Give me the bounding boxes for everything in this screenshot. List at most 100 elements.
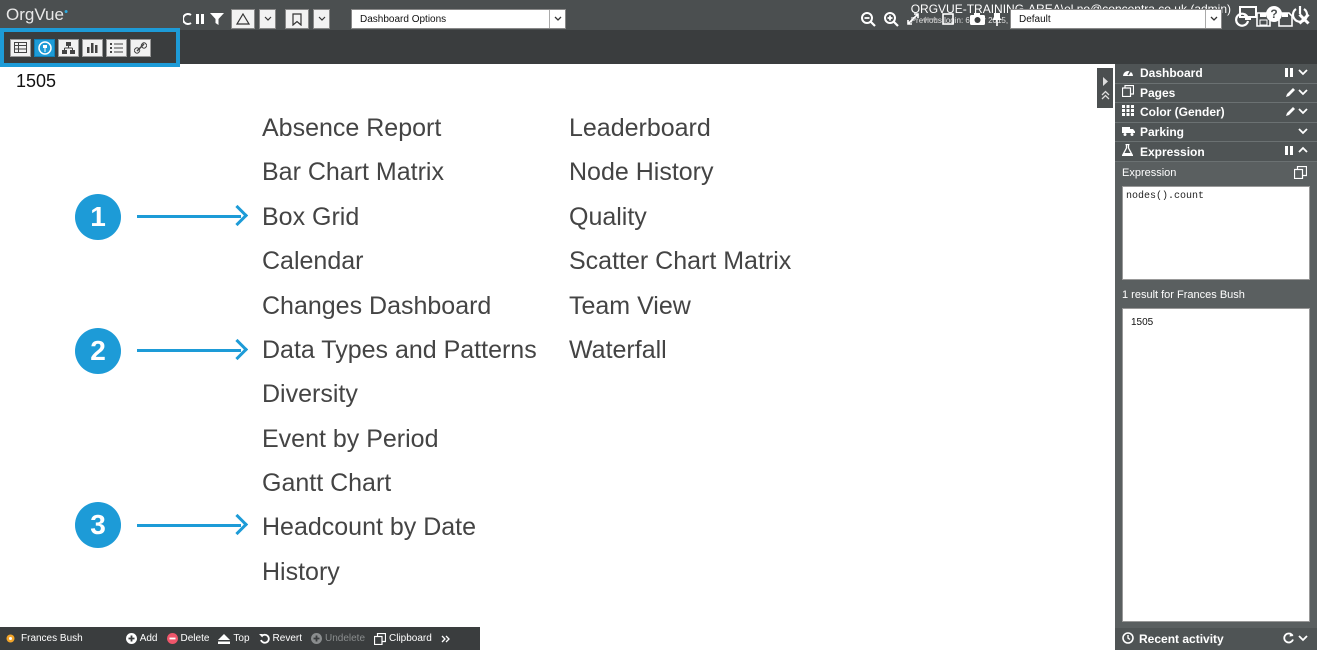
bar-chart-view-icon[interactable] — [82, 38, 103, 57]
delta-dropdown[interactable] — [259, 9, 276, 29]
dashboard-item[interactable]: Team View — [569, 292, 691, 321]
expression-label: Expression — [1115, 162, 1317, 184]
list-view-icon[interactable] — [106, 38, 127, 57]
dashboard-item[interactable]: Diversity — [262, 380, 358, 409]
filter-icon[interactable] — [209, 9, 225, 29]
callout-arrow — [137, 524, 241, 527]
recent-activity-bar[interactable]: Recent activity — [1115, 628, 1317, 650]
dashboard-item[interactable]: Quality — [569, 203, 647, 232]
fit-width-icon[interactable] — [922, 9, 938, 29]
undo-icon — [258, 633, 270, 644]
default-select-label: Default — [1019, 13, 1051, 25]
callout-arrow — [137, 215, 241, 218]
close-icon[interactable] — [1296, 9, 1312, 29]
pages-icon — [1121, 85, 1136, 100]
default-select[interactable]: Default — [1010, 9, 1222, 29]
clipboard-button[interactable]: Clipboard — [374, 632, 432, 645]
result-output: 1505 — [1122, 307, 1310, 622]
delta-button[interactable] — [231, 9, 255, 29]
clipboard-icon — [374, 632, 387, 645]
section-label: Dashboard — [1140, 66, 1203, 81]
dashboard-item[interactable]: Headcount by Date — [262, 513, 476, 542]
dashboard-options-select[interactable]: Dashboard Options — [351, 9, 566, 29]
section-label: Parking — [1140, 125, 1185, 140]
truck-icon — [1122, 126, 1136, 139]
node-count: 1505 — [16, 71, 57, 91]
dashboard-item[interactable]: Data Types and Patterns — [262, 336, 537, 365]
eject-icon — [218, 633, 231, 644]
more-icon[interactable] — [441, 635, 450, 643]
refresh-icon[interactable] — [182, 9, 194, 29]
dashboard-item[interactable]: Box Grid — [262, 203, 359, 232]
save-as-icon[interactable] — [1254, 9, 1272, 29]
undelete-button[interactable]: Undelete — [310, 633, 365, 644]
dashboard-item[interactable]: Waterfall — [569, 336, 667, 365]
tree-view-icon[interactable] — [34, 38, 55, 57]
recent-activity-label: Recent activity — [1139, 632, 1224, 646]
grid-icon — [1122, 105, 1136, 119]
dashboard-item[interactable]: Bar Chart Matrix — [262, 158, 444, 187]
expand-icon[interactable] — [905, 9, 921, 29]
camera-icon[interactable] — [967, 9, 987, 29]
expression-input[interactable]: nodes().count — [1122, 185, 1310, 280]
reload-icon[interactable] — [1233, 9, 1251, 29]
link-view-icon[interactable] — [130, 38, 151, 57]
zoom-in-icon[interactable] — [882, 9, 900, 29]
panel-section-pages[interactable]: Pages — [1115, 83, 1317, 104]
chevron-down-icon — [549, 10, 565, 28]
refresh-chevron-icon[interactable] — [1283, 632, 1309, 647]
chevron-down-icon — [1205, 10, 1221, 28]
edit-chevron-icon[interactable] — [1285, 106, 1309, 120]
dashboard-item[interactable]: Gantt Chart — [262, 469, 391, 498]
table-view-icon[interactable] — [10, 38, 31, 57]
double-chevron-up-icon — [1101, 90, 1109, 99]
dashboard-item[interactable]: Scatter Chart Matrix — [569, 247, 791, 276]
pause-chevron-icon[interactable] — [1285, 67, 1309, 81]
current-node-label: Frances Bush — [21, 633, 83, 644]
pause-chevron-up-icon[interactable] — [1285, 145, 1309, 159]
panel-section-parking[interactable]: Parking — [1115, 122, 1317, 143]
org-chart-view-icon[interactable] — [58, 38, 79, 57]
dashboard-icon — [1122, 66, 1136, 80]
node-action-bar: Frances Bush Add Delete Top Revert Undel… — [0, 627, 480, 650]
panel-section-expression[interactable]: Expression — [1115, 142, 1317, 162]
save-icon[interactable] — [1276, 9, 1294, 29]
edit-chevron-icon[interactable] — [1285, 87, 1309, 101]
panel-section-color[interactable]: Color (Gender) — [1115, 103, 1317, 123]
dashboard-item[interactable]: Changes Dashboard — [262, 292, 491, 321]
add-button[interactable]: Add — [125, 633, 158, 644]
panel-section-dashboard[interactable]: Dashboard — [1115, 64, 1317, 84]
dashboard-item[interactable]: Leaderboard — [569, 114, 711, 143]
result-label: 1 result for Frances Bush — [1122, 288, 1245, 301]
delete-button[interactable]: Delete — [166, 633, 209, 644]
dashboard-item[interactable]: Node History — [569, 158, 714, 187]
chevron-down-icon[interactable] — [1285, 126, 1309, 140]
add-icon — [125, 633, 137, 644]
top-button[interactable]: Top — [218, 633, 250, 644]
zoom-out-icon[interactable] — [859, 9, 877, 29]
callout-arrow — [137, 349, 241, 352]
pin-icon[interactable] — [989, 9, 1005, 29]
dashboard-item[interactable]: Absence Report — [262, 114, 441, 143]
pause-icon[interactable] — [194, 9, 206, 29]
section-label: Color (Gender) — [1140, 105, 1225, 120]
section-label: Expression — [1140, 144, 1205, 159]
copy-icon[interactable] — [1293, 165, 1308, 182]
clock-icon — [1122, 631, 1134, 647]
delete-icon — [166, 633, 178, 644]
dashboard-item[interactable]: Event by Period — [262, 425, 439, 454]
fit-page-icon[interactable] — [940, 9, 956, 29]
view-switcher — [0, 28, 180, 67]
dashboard-options-label: Dashboard Options — [360, 13, 447, 25]
bookmark-button[interactable] — [285, 9, 309, 29]
bookmark-dropdown[interactable] — [313, 9, 330, 29]
revert-button[interactable]: Revert — [258, 633, 302, 644]
callout-badge: 3 — [75, 502, 121, 548]
undelete-icon — [310, 633, 322, 644]
dashboard-item[interactable]: History — [262, 558, 340, 587]
dashboard-item[interactable]: Calendar — [262, 247, 363, 276]
app-logo: OrgVue● — [6, 5, 69, 24]
panel-collapse-toggle[interactable] — [1097, 68, 1113, 108]
current-node[interactable]: Frances Bush — [6, 633, 83, 644]
right-panel: Dashboard Pages Color (Gender) Parking E… — [1115, 64, 1317, 650]
